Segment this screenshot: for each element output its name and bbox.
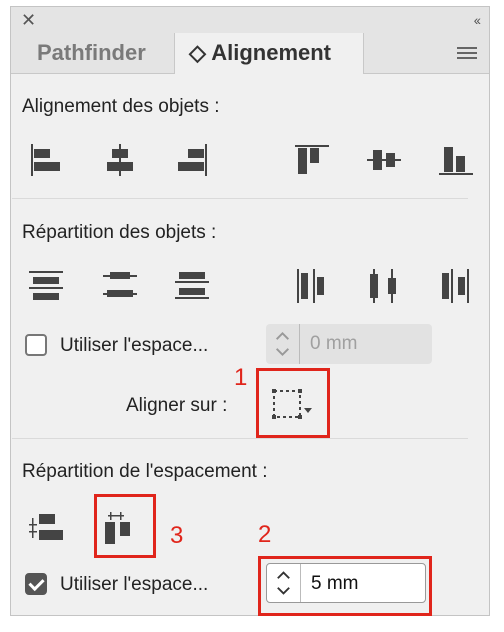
panel-titlebar: ✕ ‹‹ [11,7,489,33]
use-spacing-checkbox-objects[interactable] [25,334,47,356]
panel-tabs: Pathfinder ◇ Alignement [11,33,489,74]
use-spacing-label-spacing: Utiliser l'espace... [60,574,209,595]
close-icon[interactable]: ✕ [21,9,36,31]
annotation-number-1: 1 [234,364,248,391]
annotation-box-1 [256,368,330,438]
distribute-bottom-icon[interactable] [174,268,210,304]
panel-menu-icon[interactable] [457,47,477,59]
section-title-distribute-spacing: Répartition de l'espacement : [22,461,268,482]
distribute-left-icon[interactable] [294,268,330,304]
annotation-number-3: 3 [170,522,184,549]
distribute-horizontal-spacing-icon[interactable] [28,510,64,546]
align-to-label: Aligner sur : [126,395,228,416]
align-bottom-icon[interactable] [438,142,474,178]
distribute-right-icon[interactable] [438,268,474,304]
align-top-icon[interactable] [294,142,330,178]
align-horizontal-center-icon[interactable] [102,142,138,178]
annotation-box-2 [258,556,432,616]
annotation-box-3 [94,494,156,558]
distribute-horizontal-center-icon[interactable] [366,268,402,304]
separator [12,198,468,199]
tab-pathfinder[interactable]: Pathfinder [23,33,160,73]
align-vertical-center-icon[interactable] [366,142,402,178]
spacing-stepper-objects[interactable]: 0 mm [266,324,432,364]
stepper-arrows-icon[interactable] [266,324,300,364]
spacing-value-objects: 0 mm [310,333,358,354]
distribute-vertical-center-icon[interactable] [102,268,138,304]
use-spacing-checkbox-spacing[interactable] [25,573,47,595]
section-title-distribute-objects: Répartition des objets : [22,222,217,243]
annotation-number-2: 2 [258,521,272,548]
align-left-icon[interactable] [28,142,64,178]
distribute-top-icon[interactable] [28,268,64,304]
section-title-align-objects: Alignement des objets : [22,96,220,117]
separator [12,438,468,439]
collapse-icon[interactable]: ‹‹ [474,9,481,31]
use-spacing-label-objects: Utiliser l'espace... [60,335,209,356]
tab-alignement[interactable]: ◇ Alignement [174,33,364,74]
align-right-icon[interactable] [174,142,210,178]
